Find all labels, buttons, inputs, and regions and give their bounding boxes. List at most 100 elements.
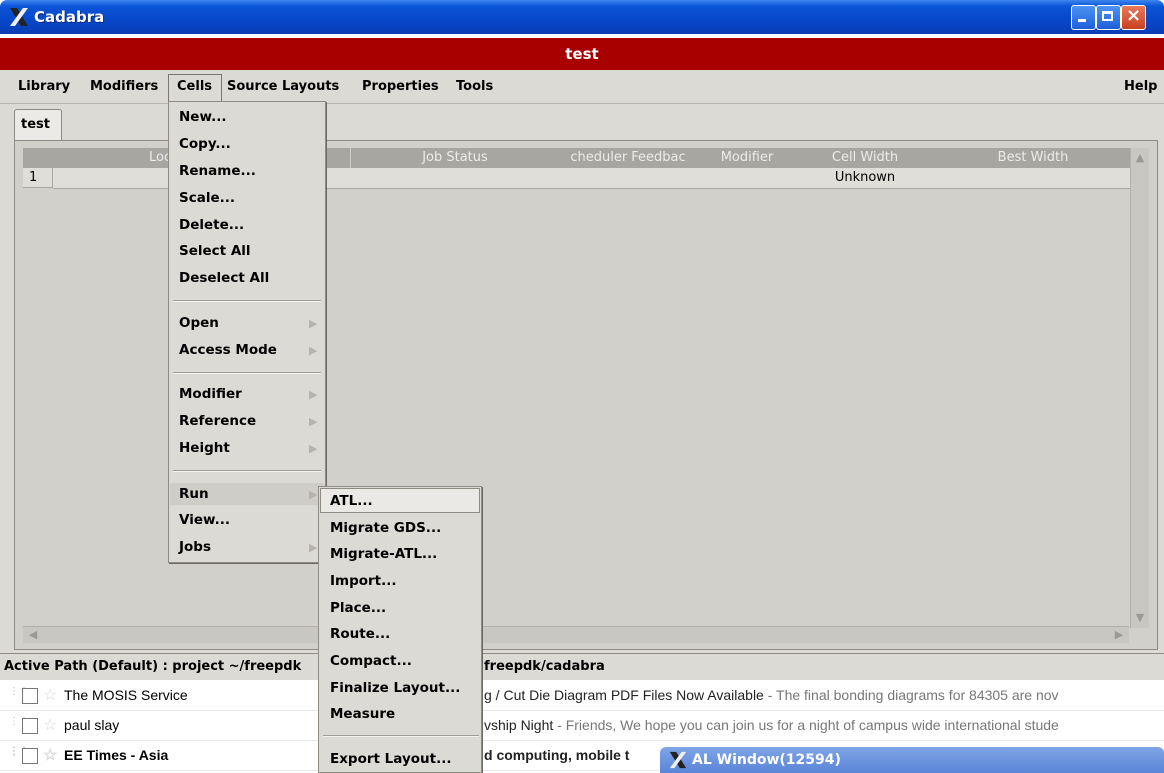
menu-item-reference[interactable]: Reference	[179, 413, 256, 429]
menu-item-height[interactable]: Height	[179, 440, 230, 456]
menu-item-import[interactable]: Import...	[330, 573, 397, 589]
submenu-arrow-icon: ▶	[309, 344, 318, 357]
menu-properties[interactable]: Properties	[362, 79, 439, 94]
tab-test[interactable]: test	[14, 109, 62, 141]
menu-cells[interactable]: Cells	[177, 79, 212, 94]
al-window-title: AL Window(12594)	[692, 752, 841, 768]
mail-sender: The MOSIS Service	[64, 687, 188, 703]
mail-subject: g / Cut Die Diagram PDF Files Now Availa…	[484, 687, 764, 703]
mail-subject: d computing, mobile t	[484, 747, 630, 763]
menu-item-jobs[interactable]: Jobs	[179, 539, 211, 555]
submenu-arrow-icon: ▶	[309, 317, 318, 330]
scroll-left-icon[interactable]: ◀	[25, 627, 41, 643]
star-icon[interactable]: ☆	[43, 685, 57, 705]
scroll-up-icon[interactable]: ▲	[1132, 150, 1148, 166]
header-cell-width[interactable]: Cell Width	[797, 148, 934, 168]
header-modifier[interactable]: Modifier	[697, 148, 798, 168]
header-best-width[interactable]: Best Width	[933, 148, 1134, 168]
menu-help[interactable]: Help	[1124, 79, 1157, 94]
menu-item-open[interactable]: Open	[179, 315, 219, 331]
cell-scheduler-feedback[interactable]	[559, 168, 698, 189]
window-title-bar[interactable]: Cadabra ×	[0, 0, 1164, 34]
cell-job-status[interactable]	[351, 168, 560, 189]
star-icon[interactable]: ☆	[43, 715, 57, 735]
list-item[interactable]: ⋮⋮ ☆ The MOSIS Service g / Cut Die Diagr…	[0, 681, 1164, 711]
menu-library[interactable]: Library	[18, 79, 70, 94]
drag-grip-icon[interactable]: ⋮⋮	[9, 687, 29, 703]
menu-separator	[173, 470, 321, 472]
header-job-status[interactable]: Job Status	[351, 148, 560, 168]
menu-separator	[323, 735, 479, 737]
mail-checkbox[interactable]	[22, 688, 38, 704]
menu-item-access-mode[interactable]: Access Mode	[179, 342, 277, 358]
active-path-right: freepdk/cadabra	[484, 659, 605, 674]
submenu-arrow-icon: ▶	[309, 442, 318, 455]
list-item[interactable]: ⋮⋮ ☆ paul slay vship Night - Friends, We…	[0, 711, 1164, 741]
drag-grip-icon[interactable]: ⋮⋮	[9, 747, 29, 763]
menu-item-place[interactable]: Place...	[330, 600, 386, 616]
menu-item-export-layout[interactable]: Export Layout...	[330, 751, 452, 767]
submenu-arrow-icon: ▶	[309, 488, 318, 501]
menu-item-new[interactable]: New...	[179, 109, 226, 125]
menu-modifiers[interactable]: Modifiers	[90, 79, 158, 94]
menu-item-select-all[interactable]: Select All	[179, 243, 251, 259]
menu-item-view[interactable]: View...	[179, 512, 230, 528]
drag-grip-icon[interactable]: ⋮⋮	[9, 717, 29, 733]
menu-item-deselect-all[interactable]: Deselect All	[179, 270, 269, 286]
header-scheduler-feedback[interactable]: cheduler Feedbac	[559, 148, 698, 168]
mail-sender: EE Times - Asia	[64, 747, 169, 763]
close-icon: ×	[1126, 5, 1142, 26]
minimize-icon	[1078, 19, 1086, 22]
tab-label: test	[21, 117, 50, 132]
menu-item-route[interactable]: Route...	[330, 626, 390, 642]
maximize-icon	[1102, 11, 1113, 21]
mail-subject: vship Night	[484, 717, 554, 733]
mail-checkbox[interactable]	[22, 718, 38, 734]
submenu-arrow-icon: ▶	[309, 541, 318, 554]
menu-tools[interactable]: Tools	[456, 79, 493, 94]
cell-cell-width[interactable]: Unknown	[797, 168, 934, 189]
mail-snippet: d computing, mobile t	[484, 747, 629, 763]
menu-item-finalize-layout[interactable]: Finalize Layout...	[330, 680, 460, 696]
menu-item-compact[interactable]: Compact...	[330, 653, 412, 669]
mail-snippet: g / Cut Die Diagram PDF Files Now Availa…	[484, 687, 1059, 703]
menu-item-measure[interactable]: Measure	[330, 706, 395, 722]
menu-item-scale[interactable]: Scale...	[179, 190, 235, 206]
close-button[interactable]: ×	[1121, 5, 1146, 30]
mail-sender: paul slay	[64, 717, 120, 733]
menu-item-copy[interactable]: Copy...	[179, 136, 231, 152]
scroll-down-icon[interactable]: ▼	[1132, 610, 1148, 626]
document-title: test	[565, 45, 599, 63]
header-index	[23, 148, 54, 168]
menu-item-rename[interactable]: Rename...	[179, 163, 256, 179]
row-index: 1	[23, 168, 53, 188]
x-logo-icon	[669, 751, 687, 769]
mail-preview: - The final bonding diagrams for 84305 a…	[763, 687, 1059, 703]
menu-item-run[interactable]: Run	[179, 486, 209, 502]
active-path-left: Active Path (Default) : project ~/freepd…	[4, 659, 302, 674]
run-submenu: ATL... Migrate GDS... Migrate-ATL... Imp…	[318, 486, 482, 773]
menu-item-migrate-atl[interactable]: Migrate-ATL...	[330, 546, 437, 562]
horizontal-scrollbar[interactable]: ◀ ▶	[23, 626, 1129, 643]
minimize-button[interactable]	[1071, 5, 1096, 30]
menu-item-atl[interactable]: ATL...	[330, 493, 373, 509]
star-icon[interactable]: ☆	[43, 745, 57, 765]
menu-item-modifier[interactable]: Modifier	[179, 386, 242, 402]
menu-source-layouts[interactable]: Source Layouts	[227, 79, 339, 94]
maximize-button[interactable]	[1096, 5, 1121, 30]
window-title: Cadabra	[34, 8, 105, 26]
menu-separator	[173, 300, 321, 302]
mail-checkbox[interactable]	[22, 748, 38, 764]
menubar: Library Modifiers Cells Source Layouts P…	[0, 70, 1164, 104]
cell-modifier[interactable]	[697, 168, 798, 189]
cell-best-width[interactable]	[933, 168, 1134, 189]
al-window-titlebar[interactable]: AL Window(12594)	[660, 747, 1164, 773]
submenu-arrow-icon: ▶	[309, 388, 318, 401]
mail-preview: - Friends, We hope you can join us for a…	[553, 717, 1059, 733]
menu-item-delete[interactable]: Delete...	[179, 217, 244, 233]
menu-separator	[173, 372, 321, 374]
vertical-scrollbar[interactable]: ▲ ▼	[1130, 148, 1149, 628]
x-logo-icon	[10, 8, 28, 26]
menu-item-migrate-gds[interactable]: Migrate GDS...	[330, 520, 441, 536]
scroll-right-icon[interactable]: ▶	[1111, 627, 1127, 643]
